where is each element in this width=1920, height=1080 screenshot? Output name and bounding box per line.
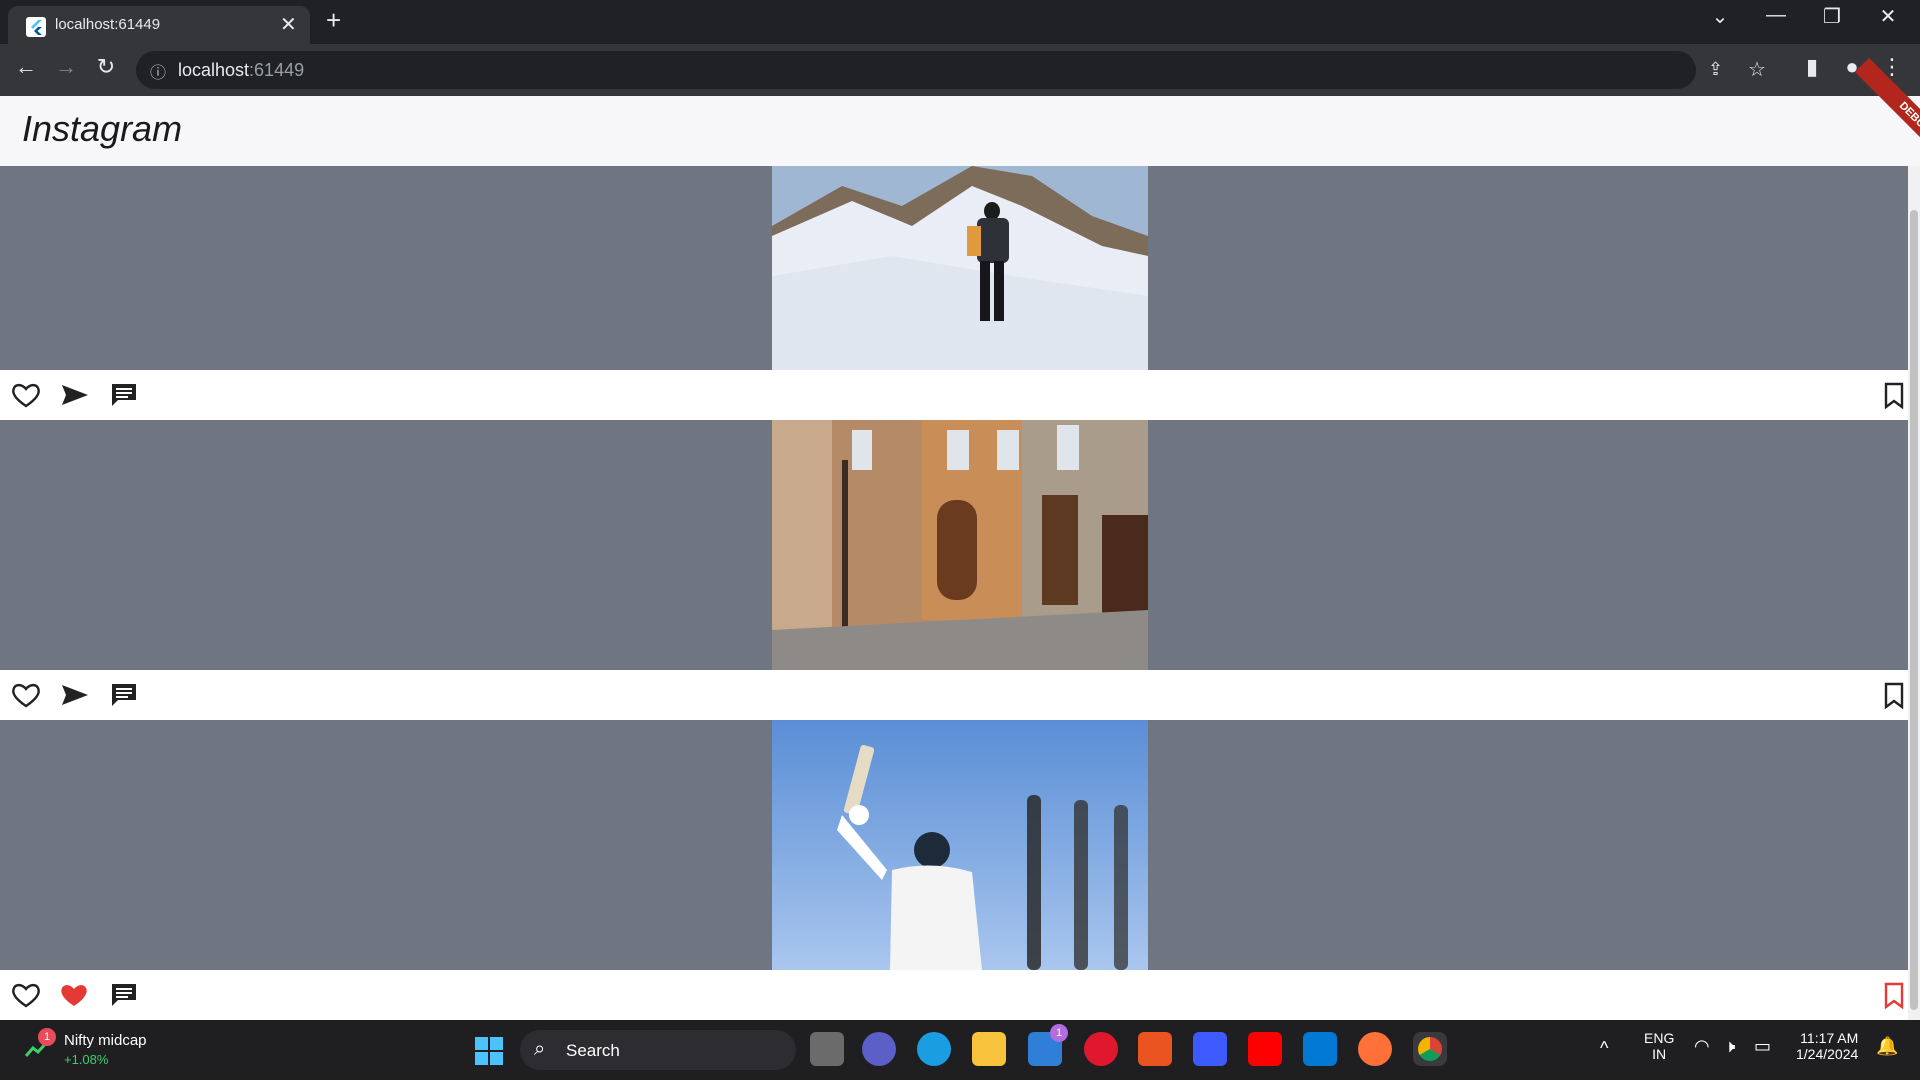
- post-media: [0, 166, 1910, 370]
- post-image-cricketer: [772, 720, 1148, 970]
- like-heart-icon[interactable]: [8, 680, 44, 710]
- browser-toolbar: ← → ↻ ⓘ localhost:61449 ⇪ ☆ ▮ ● ⋮: [0, 44, 1920, 96]
- share-send-icon[interactable]: [56, 680, 92, 710]
- app-bar: Instagram: [0, 96, 1920, 166]
- window-close-icon[interactable]: ✕: [1866, 4, 1910, 29]
- browser-tab[interactable]: localhost:61449 ✕: [8, 6, 310, 44]
- volume-muted-icon[interactable]: 🕨: [1724, 1036, 1735, 1057]
- search-icon: ⌕: [534, 1038, 546, 1060]
- windows-taskbar: 1 Nifty midcap +1.08% ⌕ Search 1 ^ ENG IN…: [0, 1020, 1920, 1080]
- mail-badge: 1: [1050, 1024, 1068, 1042]
- url-text[interactable]: localhost:61449: [178, 60, 304, 81]
- file-explorer-icon[interactable]: [972, 1032, 1006, 1066]
- comment-icon[interactable]: [106, 380, 142, 410]
- like-heart-icon[interactable]: [8, 980, 44, 1010]
- firefox-icon[interactable]: [1358, 1032, 1392, 1066]
- browser-tab-bar: localhost:61449 ✕ + ⌄ — ❐ ✕: [0, 0, 1920, 44]
- post-media: [0, 720, 1910, 970]
- battery-icon[interactable]: ▭: [1754, 1036, 1771, 1057]
- tab-title: localhost:61449: [55, 16, 161, 33]
- site-info-icon[interactable]: ⓘ: [150, 59, 166, 83]
- saved-bookmark-icon[interactable]: [1876, 980, 1912, 1010]
- mail-icon[interactable]: 1: [1028, 1024, 1068, 1066]
- notifications-icon[interactable]: 🔔: [1876, 1036, 1898, 1057]
- save-bookmark-icon[interactable]: [1876, 380, 1912, 410]
- windows-start-icon[interactable]: [474, 1036, 504, 1066]
- comment-icon[interactable]: [106, 980, 142, 1010]
- wifi-icon[interactable]: ◠: [1694, 1036, 1710, 1057]
- clock[interactable]: 11:17 AM 1/24/2024: [1796, 1030, 1858, 1062]
- close-tab-icon[interactable]: ✕: [280, 12, 297, 37]
- tab-search-icon[interactable]: ⌄: [1698, 4, 1742, 29]
- new-tab-button[interactable]: +: [326, 6, 341, 34]
- task-view-icon[interactable]: [810, 1032, 844, 1066]
- edge-icon[interactable]: [917, 1032, 951, 1066]
- widget-title: Nifty midcap: [64, 1032, 147, 1049]
- share-send-icon[interactable]: [56, 380, 92, 410]
- app-title: Instagram: [22, 108, 183, 149]
- post-image-mountaineer: [772, 166, 1148, 370]
- share-icon[interactable]: ⇪: [1708, 59, 1723, 80]
- liked-heart-icon[interactable]: [56, 980, 92, 1010]
- show-hidden-icons[interactable]: ^: [1600, 1038, 1608, 1059]
- taskbar-search[interactable]: ⌕ Search: [520, 1030, 796, 1070]
- post-actions: [0, 370, 1910, 420]
- post-actions: [0, 970, 1910, 1020]
- minimize-icon[interactable]: —: [1754, 4, 1798, 27]
- side-panel-icon[interactable]: ▮: [1796, 54, 1828, 80]
- restore-icon[interactable]: ❐: [1810, 4, 1854, 29]
- address-bar[interactable]: ⓘ localhost:61449 ⇪ ☆: [136, 51, 1766, 89]
- app-icon[interactable]: [1193, 1032, 1227, 1066]
- stock-widget[interactable]: 1 Nifty midcap +1.08%: [20, 1028, 180, 1070]
- post-media: [0, 420, 1910, 670]
- like-heart-icon[interactable]: [8, 380, 44, 410]
- teams-chat-icon[interactable]: [862, 1032, 896, 1066]
- widget-change: +1.08%: [64, 1052, 109, 1067]
- youtube-icon[interactable]: [1248, 1032, 1282, 1066]
- reload-icon[interactable]: ↻: [88, 54, 124, 80]
- back-icon[interactable]: ←: [8, 54, 44, 80]
- scrollbar-thumb[interactable]: [1910, 210, 1918, 1010]
- widget-badge: 1: [38, 1028, 56, 1046]
- comment-icon[interactable]: [106, 680, 142, 710]
- flutter-favicon-icon: [26, 17, 46, 37]
- save-bookmark-icon[interactable]: [1876, 680, 1912, 710]
- language-indicator[interactable]: ENG IN: [1644, 1030, 1674, 1062]
- ubuntu-icon[interactable]: [1138, 1032, 1172, 1066]
- post-actions: [0, 670, 1910, 720]
- chrome-icon[interactable]: [1413, 1032, 1447, 1066]
- bookmark-star-icon[interactable]: ☆: [1748, 57, 1766, 82]
- opera-icon[interactable]: [1084, 1032, 1118, 1066]
- post-image-street: [772, 420, 1148, 670]
- vscode-icon[interactable]: [1303, 1032, 1337, 1066]
- forward-icon[interactable]: →: [48, 54, 84, 80]
- chrome-logo: [1418, 1037, 1442, 1061]
- search-placeholder: Search: [566, 1041, 620, 1060]
